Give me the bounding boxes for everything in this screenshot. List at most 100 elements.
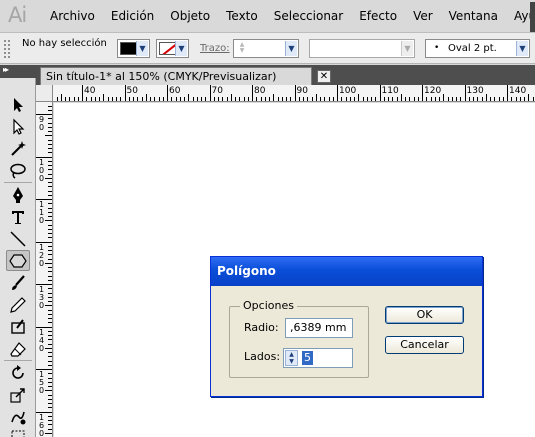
ruler-tick [48,118,52,120]
panel-grip-handle[interactable] [3,39,11,59]
variable-width-profile-select[interactable]: ▼ [309,39,415,58]
spinner-icon[interactable]: ▲ ▼ [237,42,247,55]
ruler-tick [345,97,347,101]
ruler-origin[interactable] [36,85,53,102]
menu-seleccionar[interactable]: Seleccionar [274,9,343,23]
ruler-tick [48,152,52,154]
ruler-tick [477,97,479,101]
ruler-tick [154,97,156,101]
magic-wand-tool-icon[interactable] [6,138,30,159]
menu-texto[interactable]: Texto [226,9,258,23]
type-tool-icon[interactable] [6,206,30,227]
sides-value[interactable]: 5 [302,351,313,365]
ruler-label: 50 [126,86,138,96]
scale-tool-icon[interactable] [6,384,30,405]
stroke-weight-field[interactable]: ▲ ▼ ▼ [233,39,299,58]
pencil-tool-icon[interactable] [6,294,30,315]
ruler-tick [362,97,364,101]
ruler-tick [48,424,52,426]
spinner-icon[interactable]: ▲ ▼ [285,350,298,366]
ruler-tick [77,97,79,101]
free-transform-tool-icon[interactable] [6,428,30,437]
ruler-tick [162,97,164,101]
ruler-label: 140 [39,327,45,353]
radius-input[interactable]: ,6389 mm [285,318,353,338]
fill-color-picker[interactable]: ▼ [117,39,150,58]
ruler-tick [48,169,52,171]
ruler-tick [502,97,504,101]
ruler-tick [45,390,52,392]
eraser-tool-icon[interactable] [6,338,30,359]
ruler-tick [269,97,270,101]
ruler-tick [443,94,445,101]
ruler-tick [430,97,432,101]
radius-label: Radio: [244,321,279,334]
stroke-label[interactable]: Trazo: [200,43,230,54]
ruler-tick [48,207,52,209]
polygon-tool-icon[interactable] [6,250,30,271]
ruler-tick [48,318,52,319]
ruler-tick [48,148,52,149]
ruler-tick [48,313,52,315]
document-tab[interactable]: Sin título-1* al 150% (CMYK/Previsualiza… [40,67,331,85]
horizontal-ruler[interactable]: 40 50 60 70 80 90 100 110 120 130 140 [53,85,535,102]
ruler-tick [366,97,368,101]
lasso-tool-icon[interactable] [6,160,30,181]
ruler-tick [48,216,52,217]
ruler-tick [48,233,52,234]
menu-edicion[interactable]: Edición [111,9,154,23]
chevron-down-icon: ▼ [175,41,187,56]
stroke-color-picker[interactable]: ▼ [156,39,189,58]
menu-efecto[interactable]: Efecto [359,9,397,23]
ruler-tick [349,97,351,101]
ruler-tick [45,432,52,434]
chevron-down-icon[interactable]: ▼ [285,41,297,56]
ruler-tick [48,267,52,268]
ruler-tick [260,97,262,101]
menu-archivo[interactable]: Archivo [50,9,95,23]
document-tab-bar: Sin título-1* al 150% (CMYK/Previsualiza… [36,65,535,85]
vertical-ruler[interactable]: 90 100 110 120 130 140 150 160 [36,102,53,437]
ruler-tick [73,97,75,101]
sides-label: Lados: [244,350,281,363]
ruler-tick [111,97,113,101]
chevron-down-icon: ▼ [516,41,528,56]
brush-definition-select[interactable]: • Oval 2 pt. ▼ [425,39,530,58]
ruler-tick [141,97,143,101]
dialog-titlebar[interactable]: Polígono [211,257,482,286]
collapse-panel-icon[interactable]: ▸▸ [3,65,9,74]
ruler-tick [99,97,100,101]
ok-button[interactable]: OK [385,306,464,324]
ruler-tick [413,97,415,101]
ruler-tick [337,85,338,101]
ruler-tick [48,139,52,141]
ruler-tick [48,373,52,375]
blob-brush-tool-icon[interactable] [6,316,30,337]
direct-selection-tool-icon[interactable] [6,116,30,137]
ruler-tick [379,85,381,101]
rotate-tool-icon[interactable] [6,362,30,383]
paintbrush-tool-icon[interactable] [6,272,30,293]
line-segment-tool-icon[interactable] [6,228,30,249]
menu-objeto[interactable]: Objeto [170,9,210,23]
ruler-tick [196,97,198,101]
tools-panel-header[interactable]: ▸▸ [0,65,36,78]
ruler-tick [48,228,52,230]
close-icon[interactable]: ✕ [317,70,331,83]
tool-separator [4,182,32,183]
ruler-tick [447,97,449,101]
ruler-label: 110 [381,86,399,96]
ruler-tick [332,97,334,101]
tools-panel [0,78,36,437]
pen-tool-icon[interactable] [6,184,30,205]
warp-tool-icon[interactable] [6,406,30,427]
sides-input[interactable]: ▲ ▼ 5 [283,348,353,368]
menu-ver[interactable]: Ver [413,9,433,23]
ruler-tick [179,97,181,101]
menu-ventana[interactable]: Ventana [449,9,498,23]
ruler-tick [307,97,309,101]
selection-tool-icon[interactable] [6,94,30,115]
ruler-tick [48,335,52,336]
cancel-button[interactable]: Cancelar [385,336,464,354]
ruler-tick [48,275,52,277]
